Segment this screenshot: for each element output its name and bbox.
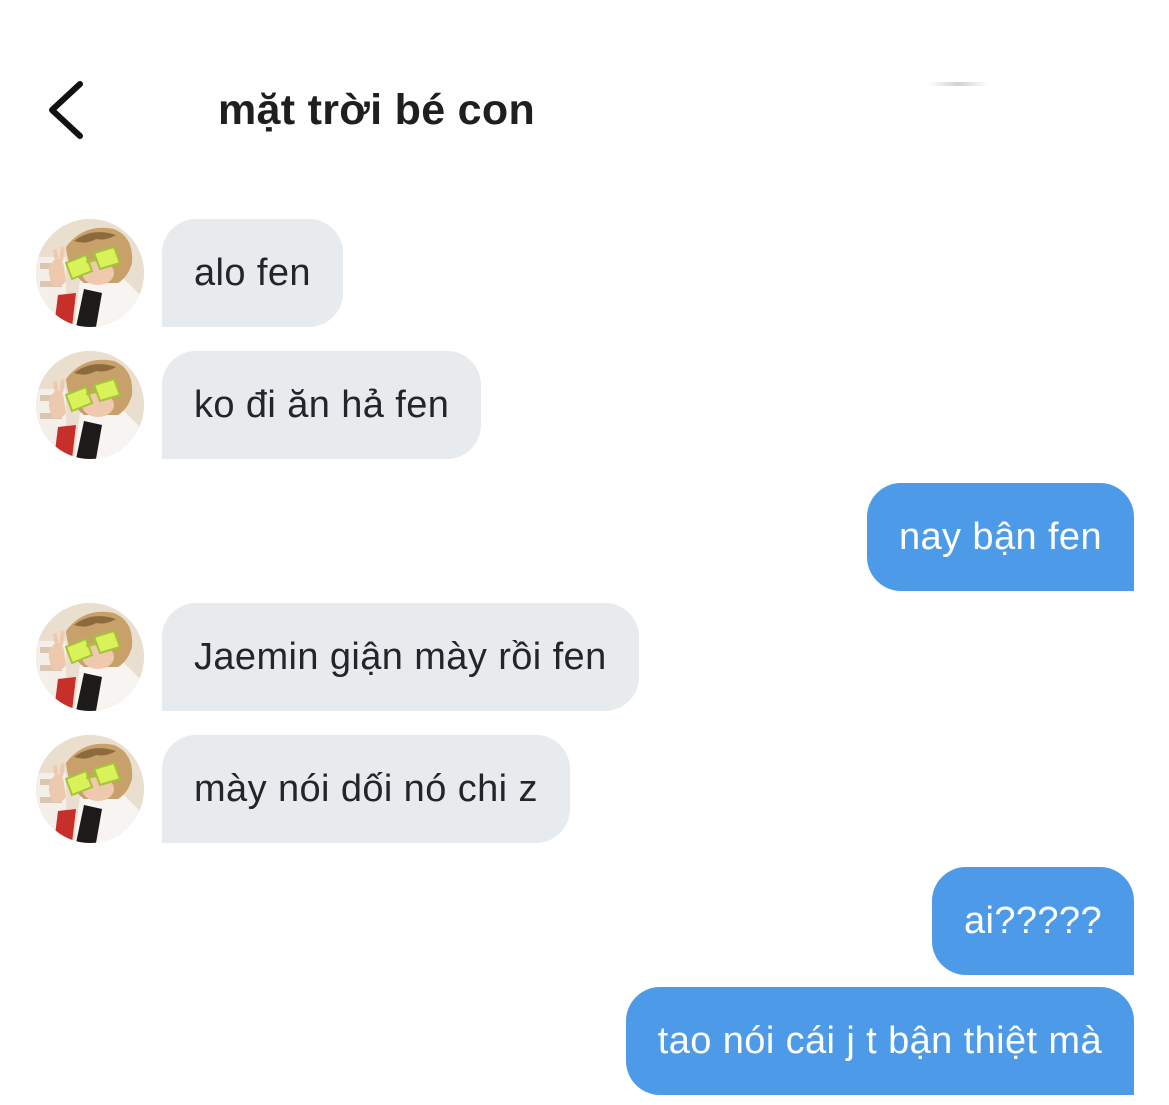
- back-button[interactable]: [36, 78, 96, 142]
- message-bubble-outgoing[interactable]: tao nói cái j t bận thiệt mà: [625, 987, 1134, 1095]
- message-text: ai?????: [963, 899, 1102, 942]
- top-divider: [928, 82, 988, 86]
- message-bubble-incoming[interactable]: mày nói dối nó chi z: [162, 735, 570, 843]
- contact-avatar[interactable]: [36, 219, 144, 327]
- message-bubble-incoming[interactable]: alo fen: [162, 219, 343, 327]
- message-bubble-outgoing[interactable]: ai?????: [931, 867, 1134, 975]
- message-text: mày nói dối nó chi z: [194, 767, 538, 810]
- message-text: alo fen: [194, 251, 311, 294]
- contact-avatar[interactable]: [36, 735, 144, 843]
- message-text: nay bận fen: [898, 515, 1102, 558]
- message-text: ko đi ăn hả fen: [194, 383, 450, 426]
- message-bubble-incoming[interactable]: Jaemin giận mày rồi fen: [162, 603, 639, 711]
- contact-avatar[interactable]: [36, 351, 144, 459]
- message-text: tao nói cái j t bận thiệt mà: [657, 1019, 1102, 1062]
- message-text: Jaemin giận mày rồi fen: [194, 635, 607, 678]
- contact-avatar[interactable]: [36, 603, 144, 711]
- conversation-title: mặt trời bé con: [218, 86, 536, 134]
- chevron-left-icon: [49, 81, 83, 139]
- message-bubble-outgoing[interactable]: nay bận fen: [866, 483, 1134, 591]
- message-bubble-incoming[interactable]: ko đi ăn hả fen: [162, 351, 482, 459]
- chat-header: mặt trời bé con: [0, 60, 1169, 160]
